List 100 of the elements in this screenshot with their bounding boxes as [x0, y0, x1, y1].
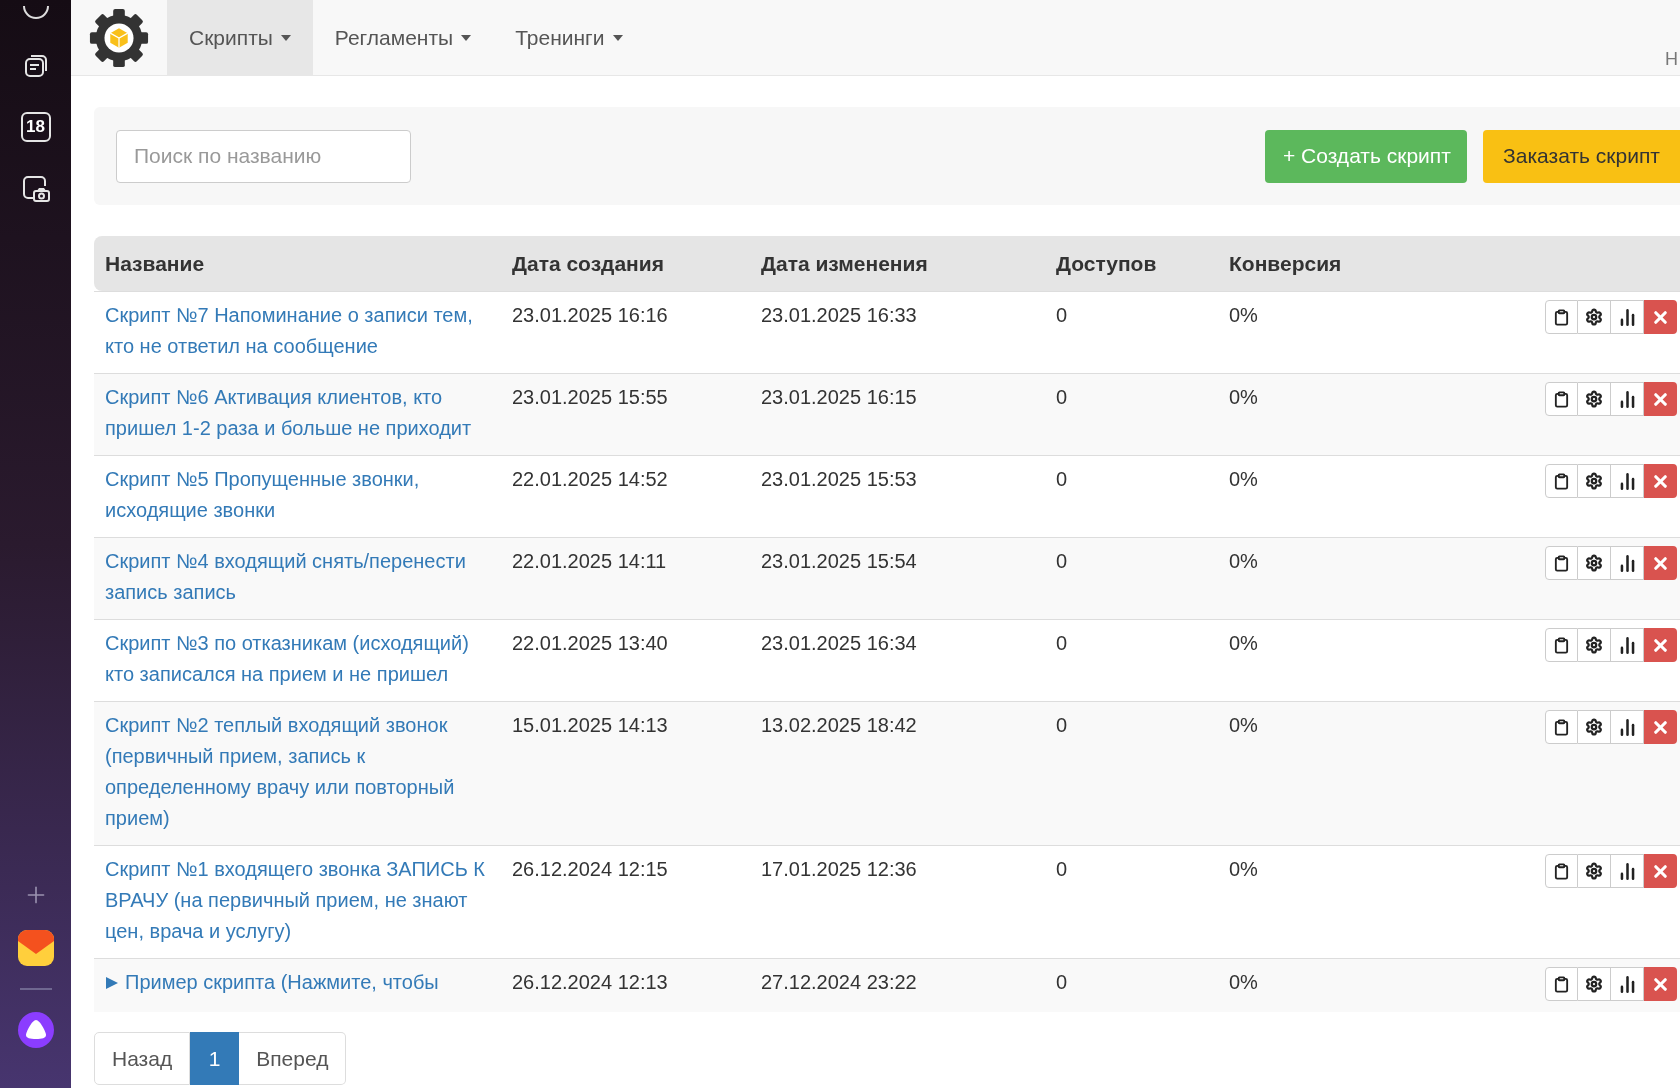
script-link[interactable]: Пример скрипта (Нажмите, чтобы [125, 967, 439, 998]
settings-button[interactable] [1578, 710, 1611, 744]
clipboard-icon [1553, 975, 1570, 993]
table-cell-text: 0 [1056, 713, 1069, 738]
table-cell-text: 0 [1056, 467, 1069, 492]
table-cell-text: 0% [1229, 970, 1259, 995]
delete-button[interactable] [1644, 546, 1677, 580]
table-cell-text: 22.01.2025 14:52 [512, 467, 669, 492]
script-link[interactable]: Скрипт №6 Активация клиентов, кто пришел 1-2 раза и больше не приходит [105, 382, 501, 444]
copy-button[interactable] [1545, 854, 1578, 888]
table-cell-text: 23.01.2025 16:16 [512, 303, 669, 328]
table-cell-text: 0 [1056, 303, 1069, 328]
statistics-button[interactable] [1611, 628, 1644, 662]
create-script-button[interactable]: + Создать скрипт [1265, 129, 1467, 183]
clipboard-icon [1553, 390, 1570, 408]
table-cell-text: 0 [1056, 857, 1069, 882]
assistant-app-icon[interactable] [17, 1012, 54, 1048]
column-header: Название [104, 250, 206, 277]
column-header: Доступов [1056, 250, 1158, 277]
copy-button[interactable] [1545, 300, 1578, 334]
copy-button[interactable] [1545, 546, 1578, 580]
table-cell-text: 0% [1229, 303, 1259, 328]
table-cell-text: 26.12.2024 12:13 [512, 970, 669, 995]
table-cell-text: 22.01.2025 14:11 [512, 549, 668, 574]
settings-button[interactable] [1578, 967, 1611, 1001]
delete-button[interactable] [1644, 628, 1677, 662]
table-cell-text: 13.02.2025 18:42 [761, 713, 918, 738]
script-link[interactable]: Скрипт №2 теплый входящий звонок (первичный прием, запись к определенному врачу или повторный прием) [105, 710, 501, 834]
nav-tab[interactable]: Тренинги [493, 0, 645, 75]
script-link[interactable]: Скрипт №3 по отказникам (исходящий) кто записался на прием и не пришел [105, 628, 501, 690]
order-script-button[interactable]: Заказать скрипт [1483, 129, 1680, 183]
table-cell-text: 0 [1056, 385, 1069, 410]
clipboard-icon [1553, 718, 1570, 736]
copy-button[interactable] [1545, 967, 1578, 1001]
table-cell-text: 26.12.2024 12:15 [512, 857, 669, 882]
delete-button[interactable] [1644, 300, 1677, 334]
script-link[interactable]: Скрипт №1 входящего звонка ЗАПИСЬ К ВРАЧУ (на первичный прием, не знают цен, врача и услугу) [105, 854, 501, 947]
clipboard-icon [1553, 636, 1570, 654]
script-link[interactable]: Скрипт №4 входящий снять/перенести запись запись [105, 546, 501, 608]
nav-text: Н [1665, 48, 1678, 71]
settings-icon [1585, 390, 1603, 408]
column-header: Конверсия [1229, 250, 1343, 277]
script-link[interactable]: Скрипт №7 Напоминание о записи тем, кто не ответил на сообщение [105, 300, 501, 362]
copy-button[interactable] [1545, 628, 1578, 662]
caret-icon [280, 34, 291, 41]
clipboard-icon [1553, 554, 1570, 572]
table-cell-text: 0 [1056, 970, 1069, 995]
table-cell-text: 0% [1229, 467, 1259, 492]
statistics-button[interactable] [1611, 854, 1644, 888]
expand-triangle-icon[interactable] [105, 975, 119, 990]
clipboard-icon [1553, 308, 1570, 326]
copy-button[interactable] [1545, 710, 1578, 744]
delete-button[interactable] [1644, 854, 1677, 888]
statistics-button[interactable] [1611, 300, 1644, 334]
settings-icon [1585, 975, 1603, 993]
script-link[interactable]: Скрипт №5 Пропущенные звонки, исходящие звонки [105, 464, 501, 526]
table-cell-text: 23.01.2025 16:15 [761, 385, 918, 410]
settings-button[interactable] [1578, 382, 1611, 416]
settings-button[interactable] [1578, 628, 1611, 662]
logo-icon[interactable] [88, 6, 150, 69]
previous-page-button[interactable]: Назад [94, 1032, 191, 1085]
delete-button[interactable] [1644, 710, 1677, 744]
calendar-icon[interactable]: 18 [20, 112, 51, 142]
delete-button[interactable] [1644, 382, 1677, 416]
settings-button[interactable] [1578, 854, 1611, 888]
camera-icon[interactable] [20, 174, 51, 204]
nav-tab[interactable]: Скрипты [167, 0, 313, 75]
settings-icon [1585, 472, 1603, 490]
caret-icon [612, 34, 623, 41]
table-cell-text: 17.01.2025 12:36 [761, 857, 918, 882]
table-cell-text: 23.01.2025 15:55 [512, 385, 669, 410]
settings-button[interactable] [1578, 464, 1611, 498]
table-cell-text: 23.01.2025 15:54 [761, 549, 918, 574]
settings-icon [1585, 554, 1603, 572]
settings-icon [1585, 308, 1603, 326]
statistics-button[interactable] [1611, 710, 1644, 744]
settings-button[interactable] [1578, 300, 1611, 334]
clipboard-icon [1553, 862, 1570, 880]
statistics-button[interactable] [1611, 546, 1644, 580]
delete-button[interactable] [1644, 967, 1677, 1001]
table-cell-text: 23.01.2025 16:34 [761, 631, 918, 656]
copy-button[interactable] [1545, 464, 1578, 498]
statistics-button[interactable] [1611, 967, 1644, 1001]
settings-icon [1585, 862, 1603, 880]
search-field[interactable]: Поиск по названию [116, 129, 411, 183]
table-cell-text: 23.01.2025 16:33 [761, 303, 918, 328]
mail-app-icon[interactable] [17, 930, 54, 966]
delete-button[interactable] [1644, 464, 1677, 498]
statistics-button[interactable] [1611, 464, 1644, 498]
next-page-button[interactable]: Вперед [239, 1032, 347, 1085]
table-cell-text: 27.12.2024 23:22 [761, 970, 918, 995]
table-cell-text: 0% [1229, 631, 1259, 656]
nav-tab[interactable]: Регламенты [312, 0, 494, 75]
table-cell-text: 15.01.2025 14:13 [512, 713, 669, 738]
settings-button[interactable] [1578, 546, 1611, 580]
statistics-button[interactable] [1611, 382, 1644, 416]
page-button[interactable]: 1 [190, 1032, 240, 1085]
copy-button[interactable] [1545, 382, 1578, 416]
table-cell-text: 0% [1229, 857, 1259, 882]
settings-icon [1585, 636, 1603, 654]
